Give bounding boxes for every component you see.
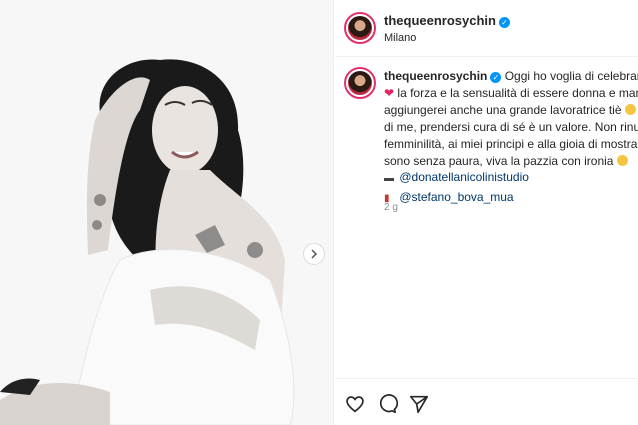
camera-icon: ▬ [384,173,394,184]
caption-author-username[interactable]: thequeenrosychin [384,69,487,83]
post-photo [0,0,333,425]
author-avatar[interactable] [344,12,376,44]
verified-badge-icon: ✓ [498,17,510,28]
header-author-row: thequeenrosychin ✓ [384,13,510,28]
caption-time-ago: 2 g [384,202,398,213]
share-button[interactable] [408,393,430,415]
post-media[interactable] [0,0,334,425]
caption-line-6: sono senza paura, viva la pazzia con iro… [384,154,614,168]
instagram-post: thequeenrosychin ✓ Milano thequeenrosychi… [0,0,638,425]
caption-author-avatar[interactable] [344,67,376,99]
post-side-panel: thequeenrosychin ✓ Milano thequeenrosychi… [335,0,638,425]
caption-line-3: aggiungerei anche una grande lavoratrice… [384,103,622,117]
credit-link-makeup[interactable]: @stefano_bova_mua [399,190,513,204]
credit-link-photographer[interactable]: @donatellanicolinistudio [399,170,529,184]
post-location[interactable]: Milano [384,32,416,44]
chevron-right-icon [311,249,318,259]
smile-emoji-icon [624,104,636,115]
caption-credits: ▬ @donatellanicolinistudio ▮ @stefano_bo… [384,168,529,208]
caption-line-4: di me, prendersi cura di sé è un valore.… [384,120,638,134]
heart-emoji-icon: ❤ [384,86,395,100]
comment-icon [379,394,399,414]
author-username[interactable]: thequeenrosychin [384,13,496,28]
next-image-button[interactable] [303,243,325,265]
post-caption: thequeenrosychin ✓ Oggi ho voglia di cele… [335,57,638,377]
comment-button[interactable] [376,393,399,415]
caption-text: thequeenrosychin ✓ Oggi ho voglia di cele… [384,68,638,170]
caption-line-1: Oggi ho voglia di celebrare la [504,69,638,83]
like-button[interactable] [344,393,366,415]
post-header: thequeenrosychin ✓ Milano [335,0,638,57]
post-actions-bar [335,378,638,425]
caption-line-2: la forza e la sensualità di essere donna… [397,86,638,100]
caption-line-5: femminilità, ai miei principi e alla gio… [384,137,638,151]
wink-emoji-icon [616,155,628,166]
verified-badge-icon: ✓ [490,72,502,83]
send-icon [409,395,429,414]
heart-icon [346,396,364,413]
